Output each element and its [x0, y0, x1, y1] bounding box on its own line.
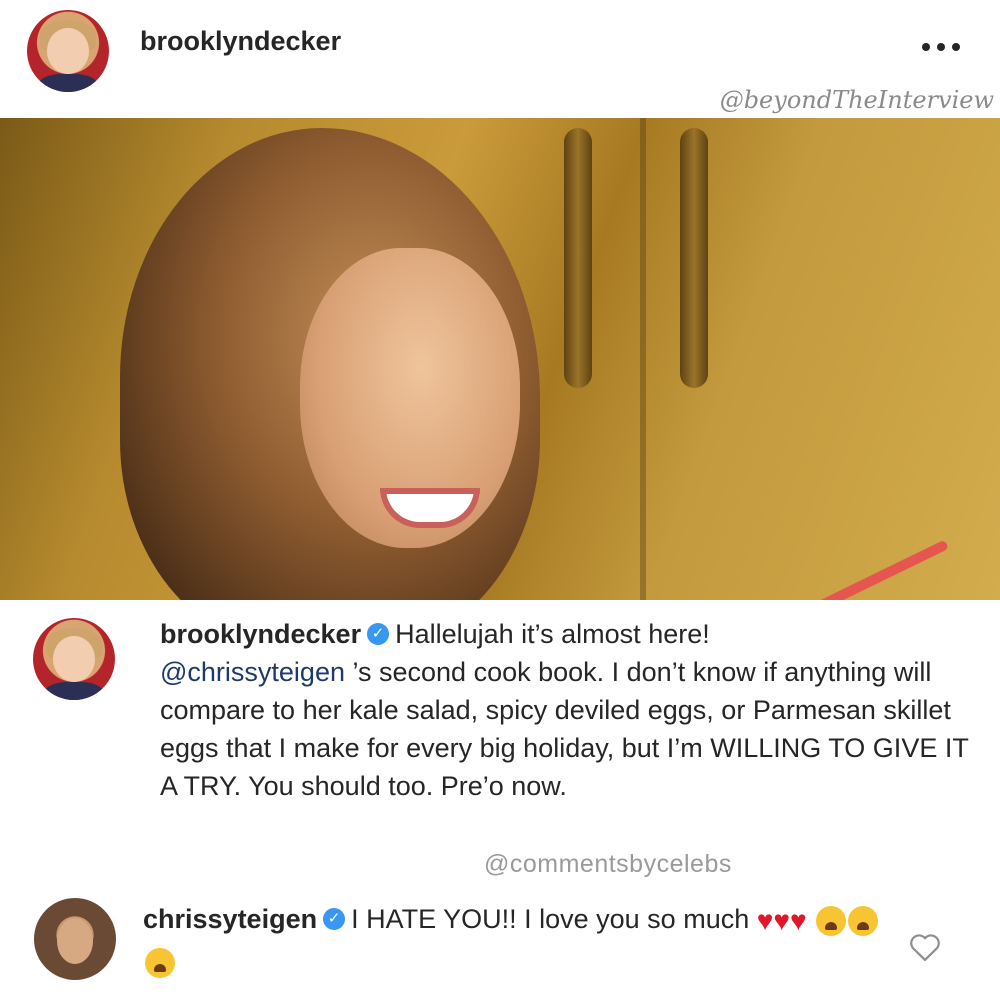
red-heart-icon: ♥: [773, 904, 790, 936]
weary-face-icon: [816, 905, 847, 936]
post-image[interactable]: Cravings: [0, 118, 1000, 600]
red-heart-icon: ♥: [756, 904, 774, 936]
post-header: brooklyndecker @beyondTheInterview: [0, 0, 1000, 118]
comment-username[interactable]: chrissyteigen: [143, 904, 317, 934]
mention-link[interactable]: @chrissyteigen: [160, 657, 345, 687]
watermark-middle: @commentsbycelebs: [484, 850, 732, 878]
comment: chrissyteigen ✓ I HATE YOU!! I love you so…: [143, 898, 903, 982]
verified-badge-icon: ✓: [323, 907, 346, 930]
post-caption: brooklyndecker ✓ Hallelujah it’s almost he…: [160, 615, 990, 805]
heart-outline-icon[interactable]: [908, 932, 942, 962]
comment-text: I HATE YOU!! I love you so much: [351, 904, 750, 934]
caption-avatar[interactable]: [33, 618, 115, 700]
weary-face-icon: [145, 947, 175, 978]
caption-text-start: Hallelujah it’s almost here!: [395, 619, 710, 649]
verified-badge-icon: ✓: [367, 622, 390, 645]
more-options-icon[interactable]: [922, 40, 972, 54]
post-username[interactable]: brooklyndecker: [140, 26, 341, 57]
weary-face-icon: [848, 905, 879, 936]
comment-avatar[interactable]: [34, 898, 116, 980]
caption-username[interactable]: brooklyndecker: [160, 619, 361, 649]
watermark-top: @beyondTheInterview: [719, 86, 994, 114]
profile-avatar[interactable]: [27, 10, 109, 92]
red-heart-icon: ♥: [790, 904, 807, 936]
